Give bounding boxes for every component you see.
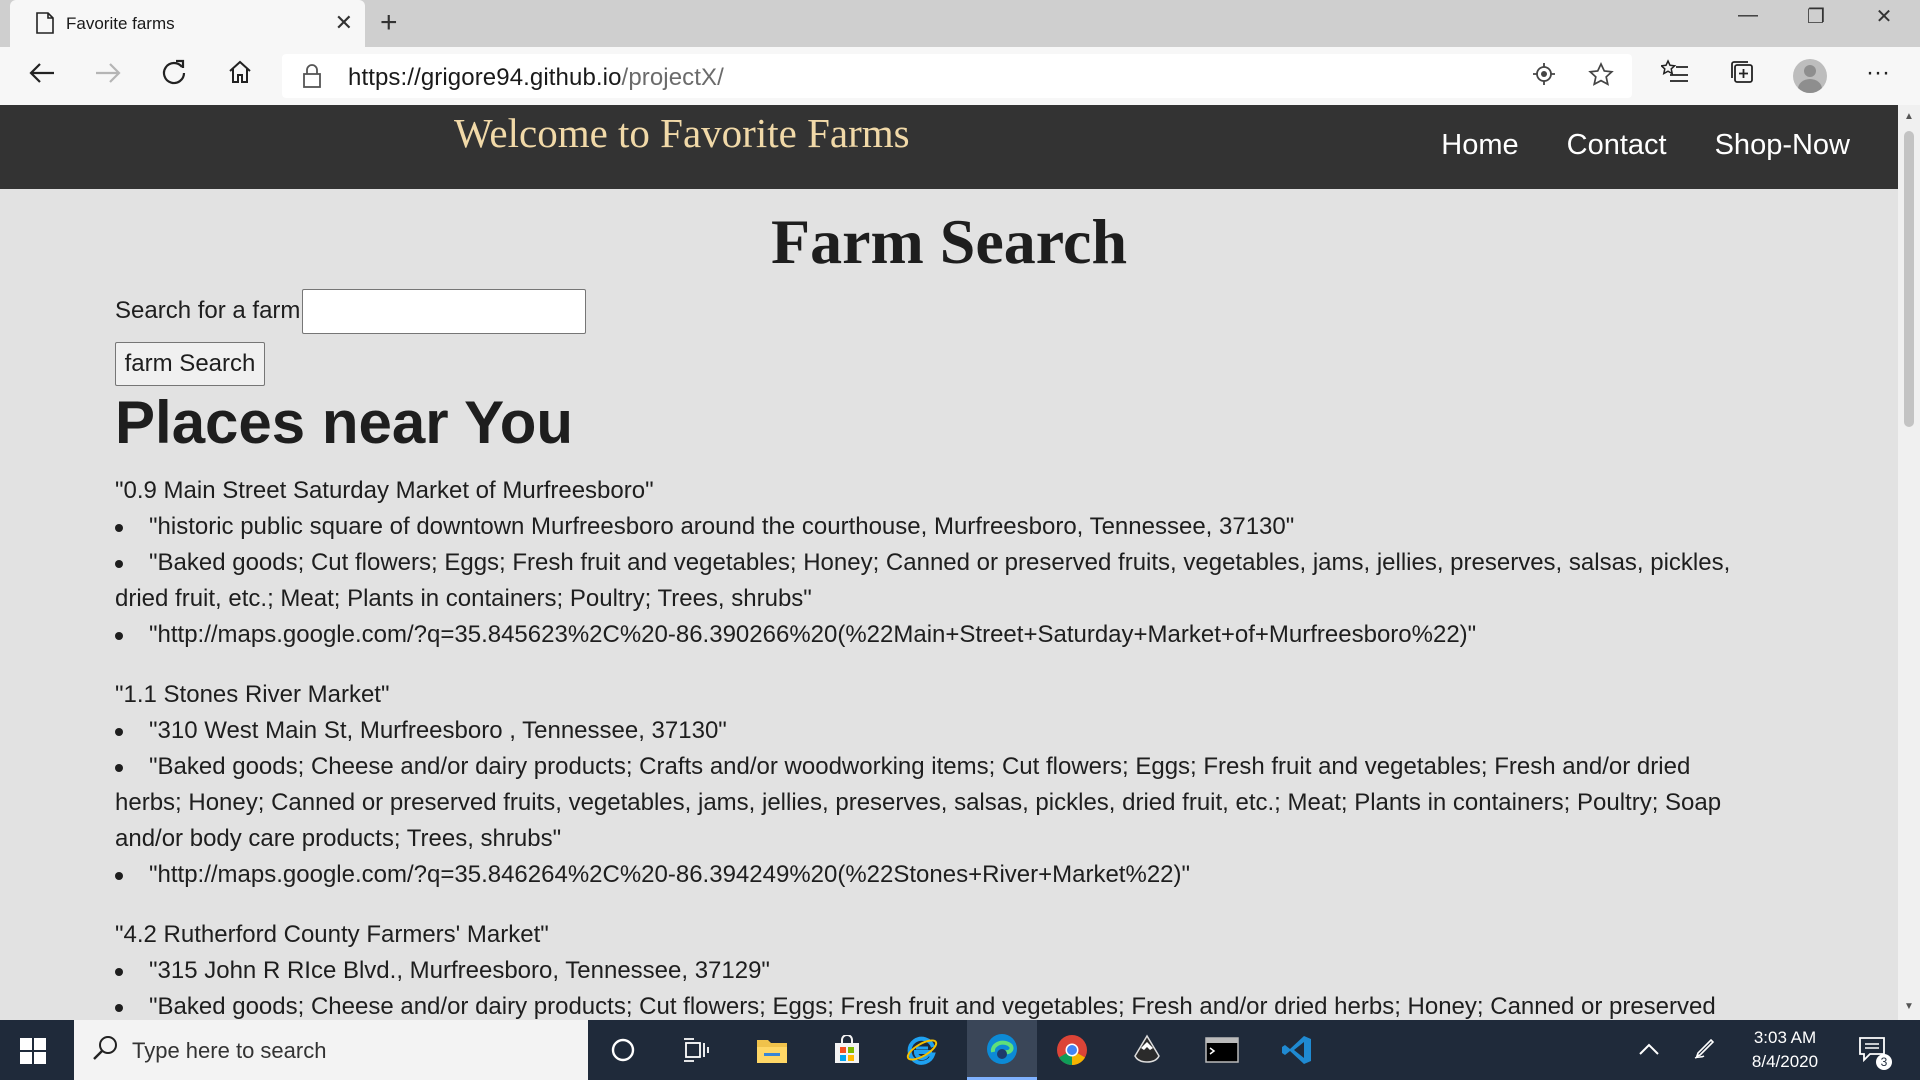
windows-taskbar: Type here to search 3:03 AM 8/4/2020 3 [0, 1020, 1920, 1080]
favorite-star-icon[interactable] [1588, 62, 1614, 95]
page-viewport: Welcome to Favorite Farms Home Contact S… [0, 105, 1898, 1020]
scroll-thumb[interactable] [1904, 131, 1914, 427]
home-button[interactable] [220, 59, 260, 93]
lock-icon[interactable] [302, 64, 322, 93]
nav-home[interactable]: Home [1441, 129, 1518, 162]
site-nav: Home Contact Shop-Now [1441, 129, 1898, 162]
listing-name: "4.2 Rutherford County Farmers' Market" [115, 921, 549, 948]
restore-button[interactable]: ❐ [1786, 4, 1846, 29]
listing-details: "historic public square of downtown Murf… [115, 509, 1755, 653]
nav-shop-now[interactable]: Shop-Now [1715, 129, 1850, 162]
farm-search-button[interactable]: farm Search [115, 342, 265, 386]
site-header: Welcome to Favorite Farms Home Contact S… [0, 105, 1898, 189]
pen-workspace-icon[interactable] [1693, 1036, 1717, 1066]
url-text[interactable]: https://grigore94.github.io/projectX/ [348, 64, 724, 92]
task-view-icon[interactable] [666, 1020, 726, 1080]
listing-item: "0.9 Main Street Saturday Market of Murf… [115, 473, 1755, 653]
close-window-button[interactable]: ✕ [1854, 4, 1914, 29]
listing-address: "315 John R RIce Blvd., Murfreesboro, Te… [115, 953, 1755, 989]
listing-name: "0.9 Main Street Saturday Market of Murf… [115, 477, 654, 504]
show-hidden-icons-icon[interactable] [1638, 1036, 1660, 1062]
url-path: /projectX/ [621, 64, 724, 91]
tab-strip: Favorite farms ✕ + — ❐ ✕ [0, 0, 1920, 47]
nav-contact[interactable]: Contact [1567, 129, 1667, 162]
listing-address: "310 West Main St, Murfreesboro , Tennes… [115, 713, 1755, 749]
page-icon [36, 12, 54, 39]
close-tab-icon[interactable]: ✕ [335, 10, 353, 36]
browser-tab[interactable]: Favorite farms ✕ [10, 0, 365, 47]
more-menu-icon[interactable]: ··· [1858, 59, 1898, 87]
new-tab-button[interactable]: + [380, 6, 398, 40]
listing-map-link: "http://maps.google.com/?q=35.846264%2C%… [115, 857, 1755, 893]
listing-map-link: "http://maps.google.com/?q=35.845623%2C%… [115, 617, 1755, 653]
vscode-icon[interactable] [1267, 1020, 1327, 1080]
refresh-icon [162, 59, 186, 85]
collections-icon[interactable] [1722, 59, 1762, 92]
file-explorer-icon[interactable] [742, 1020, 802, 1080]
search-icon [92, 1034, 120, 1067]
chrome-icon[interactable] [1042, 1020, 1102, 1080]
search-label: Search for a farm [115, 297, 301, 324]
url-host: https://grigore94.github.io [348, 64, 622, 91]
scroll-up-icon[interactable]: ▲ [1898, 111, 1920, 122]
tab-title: Favorite farms [66, 14, 175, 33]
listing-products: "Baked goods; Cheese and/or dairy produc… [115, 989, 1755, 1020]
back-button[interactable] [22, 59, 62, 93]
listing-address: "historic public square of downtown Murf… [115, 509, 1755, 545]
clock[interactable]: 3:03 AM 8/4/2020 [1735, 1026, 1835, 1074]
internet-explorer-icon[interactable] [892, 1020, 952, 1080]
listing-products: "Baked goods; Cut flowers; Eggs; Fresh f… [115, 545, 1755, 617]
notification-count-badge: 3 [1876, 1054, 1892, 1070]
taskbar-search-placeholder: Type here to search [132, 1038, 327, 1063]
listing-name: "1.1 Stones River Market" [115, 681, 390, 708]
listing-item: "4.2 Rutherford County Farmers' Market" … [115, 917, 1755, 1020]
minimize-button[interactable]: — [1718, 4, 1778, 27]
forward-button[interactable] [88, 59, 128, 93]
terminal-icon[interactable] [1192, 1020, 1252, 1080]
page-title: Farm Search [770, 206, 1128, 277]
location-icon[interactable] [1532, 62, 1556, 93]
cortana-icon[interactable] [593, 1020, 653, 1080]
back-arrow-icon [29, 63, 54, 83]
listing-details: "310 West Main St, Murfreesboro , Tennes… [115, 713, 1755, 893]
microsoft-store-icon[interactable] [817, 1020, 877, 1080]
site-title: Welcome to Favorite Farms [454, 110, 910, 156]
farm-search-input[interactable] [302, 289, 586, 334]
listing-item: "1.1 Stones River Market" "310 West Main… [115, 677, 1755, 893]
taskbar-search-box[interactable]: Type here to search [74, 1020, 588, 1080]
inkscape-icon[interactable] [1117, 1020, 1177, 1080]
listing-products: "Baked goods; Cheese and/or dairy produc… [115, 749, 1755, 857]
places-heading: Places near You [115, 389, 574, 456]
listing-details: "315 John R RIce Blvd., Murfreesboro, Te… [115, 953, 1755, 1020]
scroll-down-icon[interactable]: ▼ [1898, 1001, 1920, 1012]
toolbar: https://grigore94.github.io/projectX/ ··… [0, 47, 1920, 105]
vertical-scrollbar[interactable]: ▲ ▼ [1898, 105, 1920, 1020]
profile-avatar[interactable] [1793, 59, 1827, 93]
home-icon [229, 60, 251, 83]
windows-start-icon[interactable] [20, 1038, 46, 1069]
favorites-list-icon[interactable] [1655, 59, 1695, 92]
clock-time: 3:03 AM [1753, 1028, 1817, 1047]
address-bar[interactable]: https://grigore94.github.io/projectX/ [282, 54, 1632, 98]
clock-date: 8/4/2020 [1751, 1052, 1819, 1071]
forward-arrow-icon [96, 63, 121, 83]
edge-browser-icon[interactable] [967, 1020, 1037, 1080]
refresh-button[interactable] [154, 59, 194, 93]
